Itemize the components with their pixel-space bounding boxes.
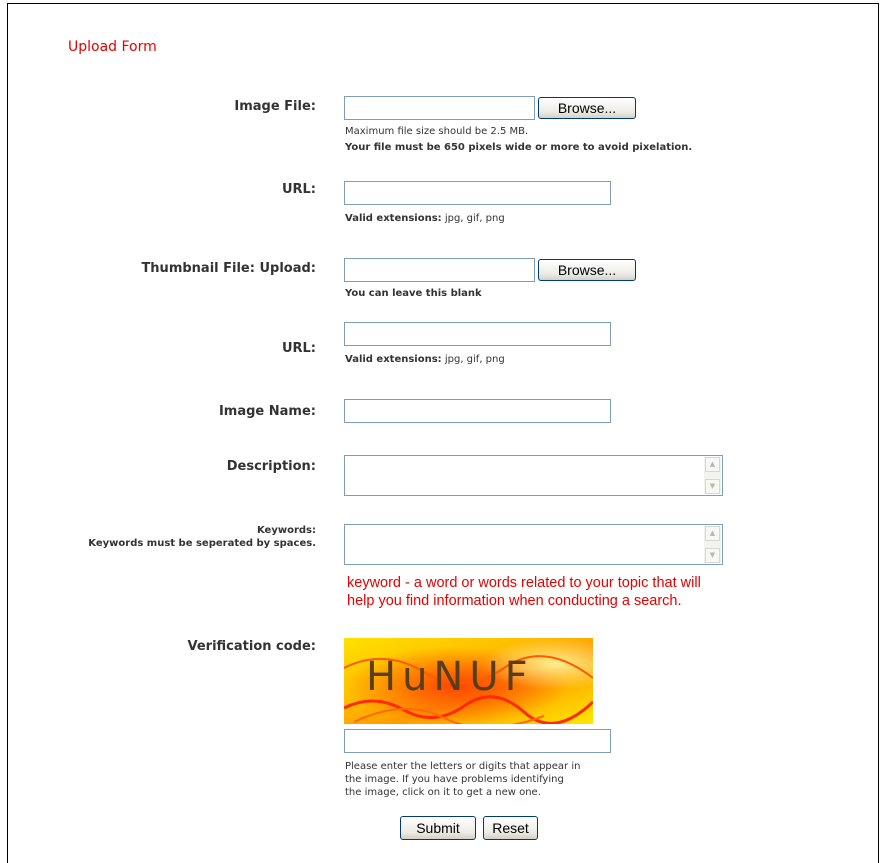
image-file-size-hint: Maximum file size should be 2.5 MB. — [345, 126, 529, 137]
image-file-width-hint: Your file must be 650 pixels wide or mor… — [345, 142, 693, 153]
thumbnail-file-label: Thumbnail File: Upload: — [141, 261, 316, 276]
submit-button[interactable]: Submit — [400, 816, 476, 840]
keywords-note-line2: help you find information when conductin… — [347, 593, 682, 609]
scroll-up-icon[interactable]: ▲ — [705, 457, 720, 472]
verification-input[interactable] — [344, 729, 611, 753]
description-label: Description: — [226, 459, 316, 474]
image-file-input[interactable] — [344, 96, 535, 120]
thumbnail-url-label: URL: — [281, 341, 316, 356]
image-url-input[interactable] — [344, 181, 611, 205]
description-textarea[interactable]: ▲ ▼ — [344, 455, 723, 496]
thumbnail-url-hint-extensions: jpg, gif, png — [441, 354, 505, 365]
verification-hint-line1: Please enter the letters or digits that … — [345, 761, 581, 772]
thumbnail-file-browse-button[interactable]: Browse... — [538, 259, 636, 281]
keywords-sublabel: Keywords must be seperated by spaces. — [88, 538, 316, 549]
thumbnail-url-hint: Valid extensions: jpg, gif, png — [345, 353, 505, 366]
image-name-input[interactable] — [344, 399, 611, 423]
image-url-hint-extensions: jpg, gif, png — [441, 213, 505, 224]
description-scrollbar[interactable]: ▲ ▼ — [704, 457, 721, 494]
keywords-label: Keywords: — [256, 525, 316, 536]
image-name-label: Image Name: — [218, 404, 316, 419]
verification-hint-line3: the image, click on it to get a new one. — [345, 787, 541, 798]
verification-label: Verification code: — [187, 639, 317, 654]
form-title: Upload Form — [68, 39, 157, 55]
reset-button[interactable]: Reset — [483, 816, 538, 840]
thumbnail-url-input[interactable] — [344, 322, 611, 346]
captcha-text: HuNUF — [366, 654, 534, 700]
image-file-browse-button[interactable]: Browse... — [538, 97, 636, 119]
image-url-hint-bold: Valid extensions: — [345, 213, 442, 224]
thumbnail-file-input[interactable] — [344, 258, 535, 282]
scroll-up-icon[interactable]: ▲ — [705, 526, 720, 541]
keywords-textarea[interactable]: ▲ ▼ — [344, 524, 723, 565]
image-url-hint: Valid extensions: jpg, gif, png — [345, 212, 505, 225]
image-file-label: Image File: — [234, 99, 316, 114]
captcha-image[interactable]: HuNUF — [344, 638, 593, 724]
thumbnail-file-hint: You can leave this blank — [345, 288, 482, 299]
scroll-down-icon[interactable]: ▼ — [705, 548, 720, 563]
thumbnail-url-hint-bold: Valid extensions: — [345, 354, 442, 365]
keywords-note-line1: keyword - a word or words related to you… — [347, 575, 701, 591]
image-url-label: URL: — [281, 182, 316, 197]
keywords-scrollbar[interactable]: ▲ ▼ — [704, 526, 721, 563]
scroll-down-icon[interactable]: ▼ — [705, 479, 720, 494]
verification-hint-line2: the image. If you have problems identify… — [345, 774, 564, 785]
